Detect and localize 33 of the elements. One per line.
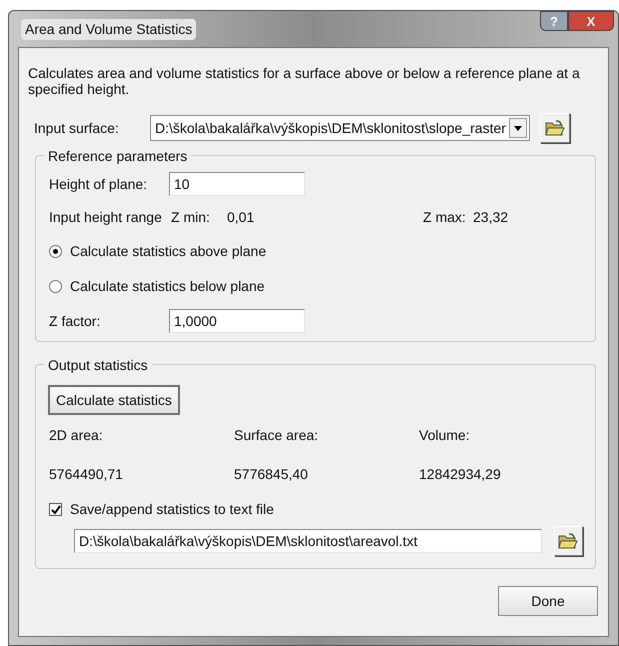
folder-icon <box>545 120 565 136</box>
field-label: Input surface: <box>33 118 120 138</box>
close-button[interactable]: X <box>568 11 614 31</box>
browse-button[interactable] <box>540 113 570 143</box>
text-field[interactable]: 10 <box>169 172 305 196</box>
stat-label: 2D area: <box>49 426 104 445</box>
text-field[interactable]: D:\škola\bakalářka\výškopis\DEM\sklonitost\areavol.txt <box>74 529 542 553</box>
field-label: Height of plane: <box>49 174 148 194</box>
stat-value: 12842934,29 <box>419 465 502 484</box>
radio-label: Calculate statistics above plane <box>70 242 266 261</box>
radio-button[interactable] <box>49 280 62 292</box>
done-button[interactable]: Done <box>498 586 598 616</box>
window-title: Area and Volume Statistics <box>21 18 196 40</box>
radio-button[interactable] <box>49 244 62 258</box>
stat-label: Surface area: <box>234 426 320 445</box>
input-surface-dropdown[interactable]: D:\škola\bakalářka\výškopis\DEM\sklonitost\slope_raster <box>150 115 530 141</box>
description-text: Calculates area and volume statistics for a surface above or below a reference plane at a specified height. <box>28 65 581 97</box>
calculate-statistics-button[interactable]: Calculate statistics <box>48 385 180 415</box>
stat-label: Volume: <box>419 426 471 445</box>
field-label: Z min: <box>171 208 211 227</box>
folder-icon <box>558 533 578 549</box>
radio-label: Calculate statistics below plane <box>70 276 265 296</box>
field-label: Z max: <box>423 208 467 227</box>
checkbox[interactable] <box>49 503 62 516</box>
browse-button[interactable] <box>554 526 583 556</box>
stat-value: 5764490,71 <box>49 465 124 484</box>
stat-value: 5776845,40 <box>234 465 309 484</box>
value-text: 0,01 <box>227 208 256 227</box>
value-text: 23,32 <box>473 208 508 227</box>
text-field[interactable]: 1,0000 <box>169 309 305 333</box>
field-label: Z factor: <box>49 312 102 330</box>
field-label: Input height range <box>49 208 163 227</box>
checkbox-label: Save/append statistics to text file <box>70 500 274 519</box>
